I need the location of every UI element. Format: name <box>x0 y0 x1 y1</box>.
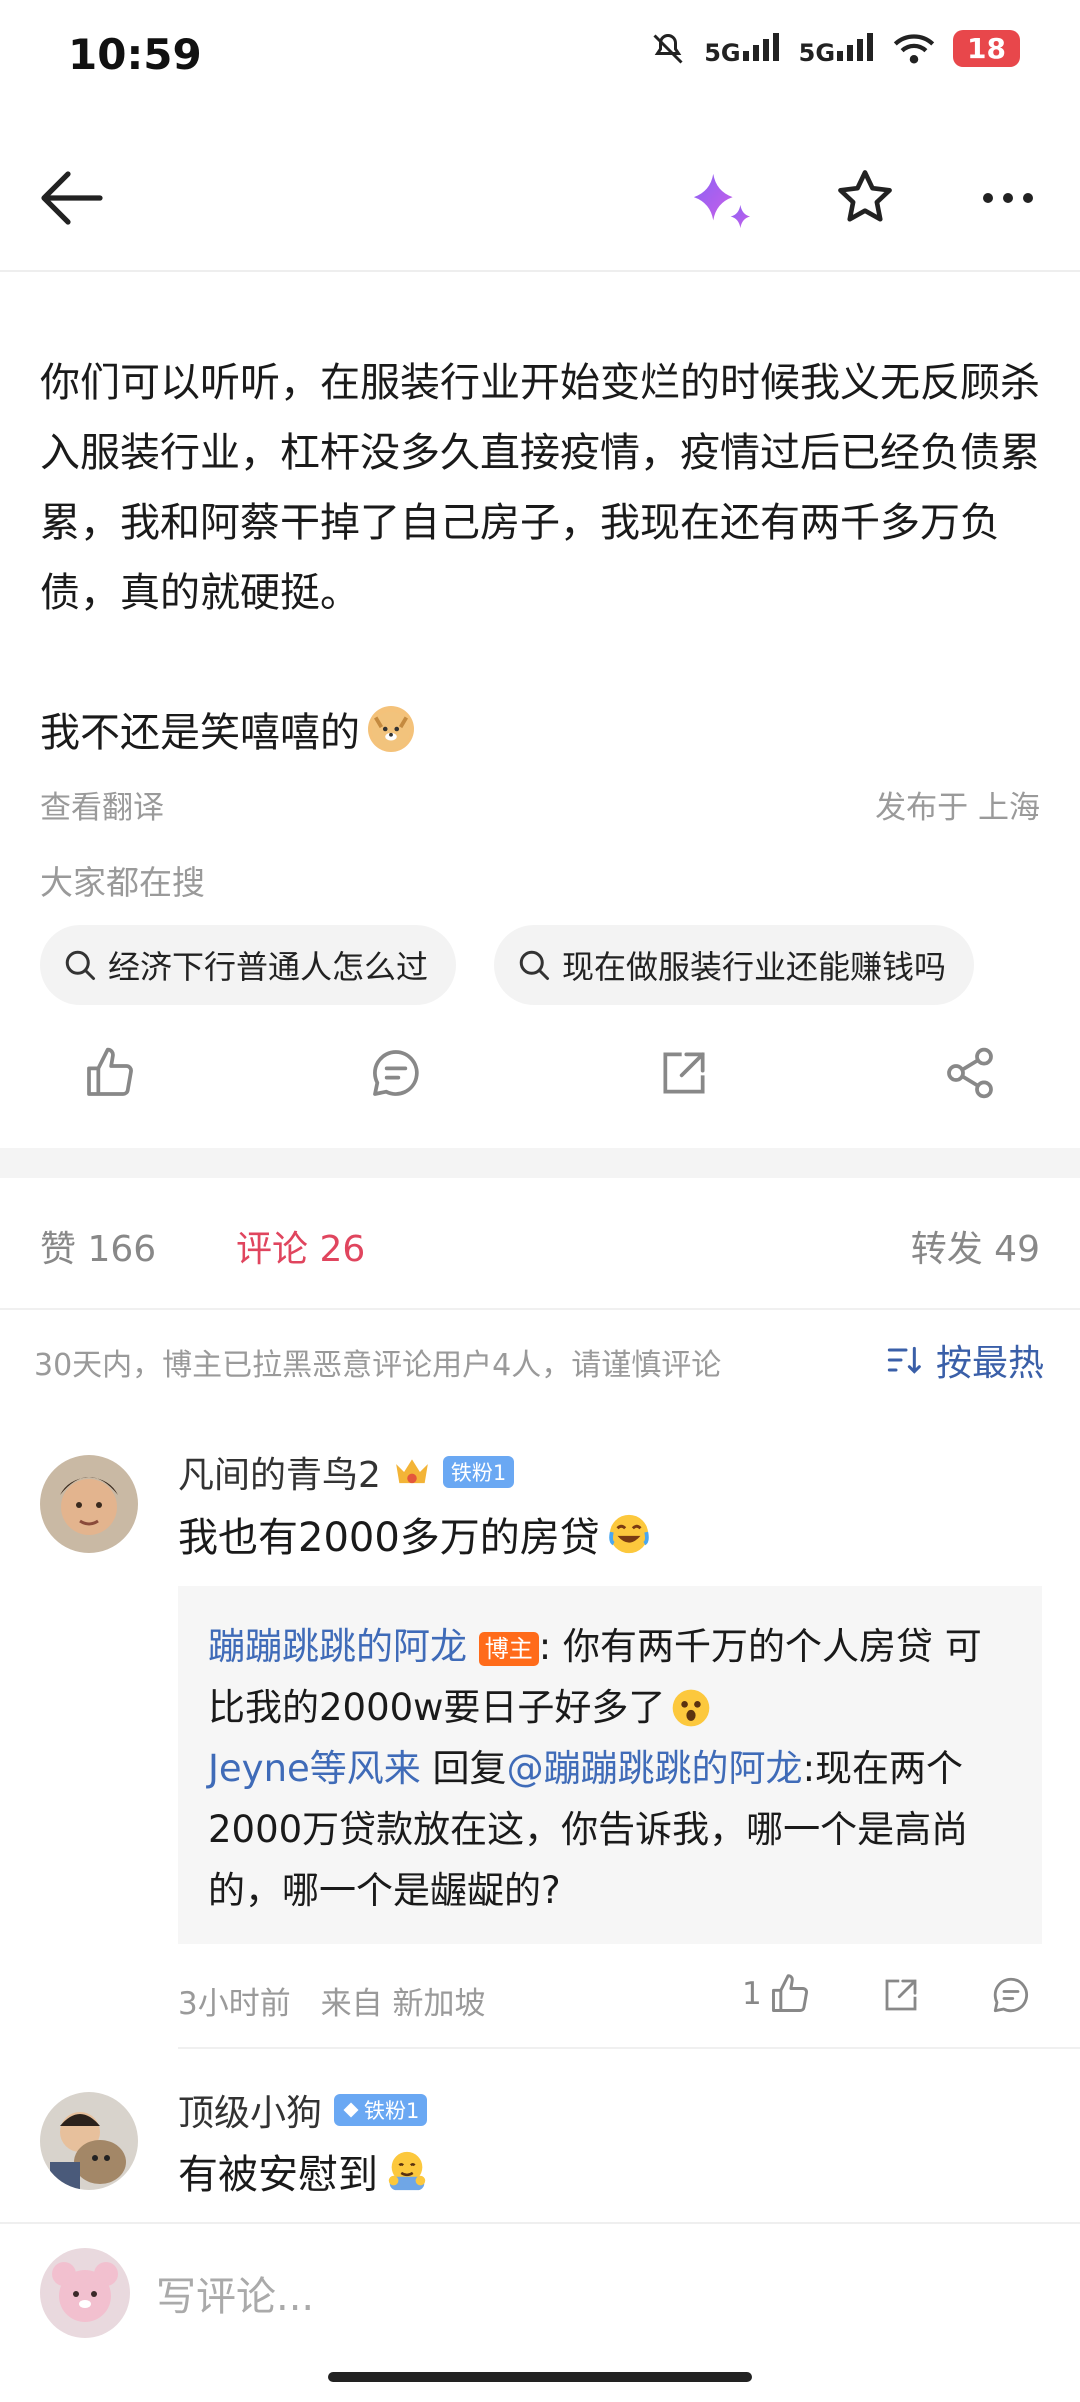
reply-line: 比我的2000w要日子好多了 <box>208 1677 982 1738</box>
reply-text: 的，哪一个是龌龊的? <box>208 1869 561 1912</box>
comment-username[interactable]: 凡间的青鸟2 <box>178 1446 381 1498</box>
tabs-divider <box>0 1308 1080 1310</box>
like-thumb-icon[interactable] <box>82 1045 138 1101</box>
comment-text: 我也有2000多万的房贷 <box>178 1515 600 1561</box>
reply-username[interactable]: 蹦蹦跳跳的阿龙 <box>208 1625 467 1668</box>
comment-text-row: 我也有2000多万的房贷 <box>178 1505 652 1563</box>
network-5g-1: 5G <box>704 31 780 67</box>
post-text-line-2: 我不还是笑嘻嘻的 <box>40 700 414 758</box>
tab-likes[interactable]: 赞 166 <box>40 1220 156 1272</box>
reply-text: 比我的2000w要日子好多了 <box>208 1686 666 1729</box>
search-chip-label: 经济下行普通人怎么过 <box>108 948 429 986</box>
avatar[interactable] <box>40 1455 138 1553</box>
section-divider <box>0 1148 1080 1178</box>
hug-emoji-icon <box>388 2151 426 2191</box>
reply-line: 蹦蹦跳跳的阿龙 博主: 你有两千万的个人房贷 可 <box>208 1616 982 1677</box>
comment-text-row: 有被安慰到 <box>178 2142 430 2200</box>
share-icon[interactable] <box>942 1045 998 1101</box>
reply-text: :现在两个 <box>802 1747 964 1790</box>
reply-username[interactable]: Jeyne等风来 <box>208 1747 421 1790</box>
comment-notice: 30天内，博主已拉黑恶意评论用户4人，请谨慎评论 <box>34 1348 722 1383</box>
comment-separator <box>178 2047 1080 2049</box>
trending-search-label: 大家都在搜 <box>40 863 205 902</box>
sort-hot-button[interactable]: 按最热 <box>886 1334 1044 1386</box>
comment-bubble-icon[interactable] <box>368 1045 424 1101</box>
comment-header: 顶级小狗 铁粉1 <box>178 2084 428 2136</box>
reply-2: Jeyne等风来 回复@蹦蹦跳跳的阿龙:现在两个 2000万贷款放在这，你告诉我… <box>208 1738 968 1921</box>
translate-link[interactable]: 查看翻译 <box>40 782 164 827</box>
post-text-2: 我不还是笑嘻嘻的 <box>40 710 360 756</box>
fan-badge: 铁粉1 <box>442 1456 515 1488</box>
top-nav-bar <box>0 120 1080 272</box>
diamond-icon <box>343 2102 359 2118</box>
reply-1: 蹦蹦跳跳的阿龙 博主: 你有两千万的个人房贷 可 比我的2000w要日子好多了 <box>208 1616 982 1738</box>
back-arrow-icon[interactable] <box>40 170 104 226</box>
avatar[interactable] <box>40 2092 138 2190</box>
signal-icon <box>742 32 779 61</box>
search-icon <box>519 950 549 980</box>
search-chip-label: 现在做服装行业还能赚钱吗 <box>562 948 947 986</box>
post-location: 发布于 上海 <box>875 790 1040 826</box>
sort-label: 按最热 <box>935 1343 1044 1384</box>
reply-text: : 你有两千万的个人房贷 可 <box>538 1625 982 1668</box>
more-dots-icon[interactable] <box>980 190 1036 206</box>
comment-like-count: 1 <box>742 1976 762 2012</box>
write-comment-input[interactable]: 写评论... <box>156 2264 314 2322</box>
home-indicator[interactable] <box>328 2372 752 2382</box>
battery-indicator: 18 <box>953 30 1020 67</box>
comment-text: 有被安慰到 <box>178 2152 378 2198</box>
laugh-cry-emoji-icon <box>609 1514 649 1554</box>
reply-word: 回复 <box>420 1747 507 1790</box>
status-time: 10:59 <box>68 30 202 79</box>
tab-comments[interactable]: 评论 26 <box>236 1220 365 1272</box>
reply-line: Jeyne等风来 回复@蹦蹦跳跳的阿龙:现在两个 <box>208 1738 968 1799</box>
comment-source: 来自 新加坡 <box>320 1986 486 2022</box>
network-5g-2: 5G <box>799 31 875 67</box>
search-icon <box>65 950 95 980</box>
mention-link[interactable]: @蹦蹦跳跳的阿龙 <box>507 1747 803 1790</box>
reply-text: 2000万贷款放在这，你告诉我，哪一个是高尚 <box>208 1808 969 1851</box>
signal-icon <box>837 32 874 61</box>
search-chip-2[interactable]: 现在做服装行业还能赚钱吗 <box>494 925 975 1005</box>
search-chip-1[interactable]: 经济下行普通人怎么过 <box>40 925 457 1005</box>
author-tag: 博主 <box>478 1631 539 1666</box>
fan-badge: 铁粉1 <box>334 2094 428 2126</box>
reply-thread[interactable]: 蹦蹦跳跳的阿龙 博主: 你有两千万的个人房贷 可 比我的2000w要日子好多了 … <box>178 1586 1042 1944</box>
surprised-emoji-icon <box>673 1689 710 1726</box>
repost-icon[interactable] <box>656 1045 712 1101</box>
my-avatar[interactable] <box>40 2248 130 2338</box>
mute-bell-icon <box>653 33 683 64</box>
post-text: 你们可以听听，在服装行业开始变烂的时候我义无反顾杀入服装行业，杠杆没多久直接疫情… <box>40 360 1040 616</box>
comment-meta: 3小时前 来自 新加坡 <box>178 1978 485 2023</box>
crown-fan-icon <box>396 1459 428 1484</box>
favorite-star-icon[interactable] <box>834 166 896 228</box>
comment-username[interactable]: 顶级小狗 <box>178 2084 322 2136</box>
comment-header: 凡间的青鸟2 铁粉1 <box>178 1446 515 1498</box>
sparkle-icon[interactable] <box>686 170 756 232</box>
wifi-icon <box>893 33 935 63</box>
tab-reposts[interactable]: 转发 49 <box>911 1220 1040 1272</box>
like-thumb-icon <box>771 1974 808 2012</box>
doge-emoji-icon <box>368 706 414 752</box>
comment-bubble-icon[interactable] <box>990 1974 1032 2016</box>
sort-icon <box>887 1346 921 1374</box>
status-icons: 5G 5G 18 <box>650 30 1020 67</box>
comment-like-button[interactable]: 1 <box>742 1972 812 2016</box>
comment-time: 3小时前 <box>178 1986 291 2022</box>
repost-icon[interactable] <box>880 1974 922 2016</box>
